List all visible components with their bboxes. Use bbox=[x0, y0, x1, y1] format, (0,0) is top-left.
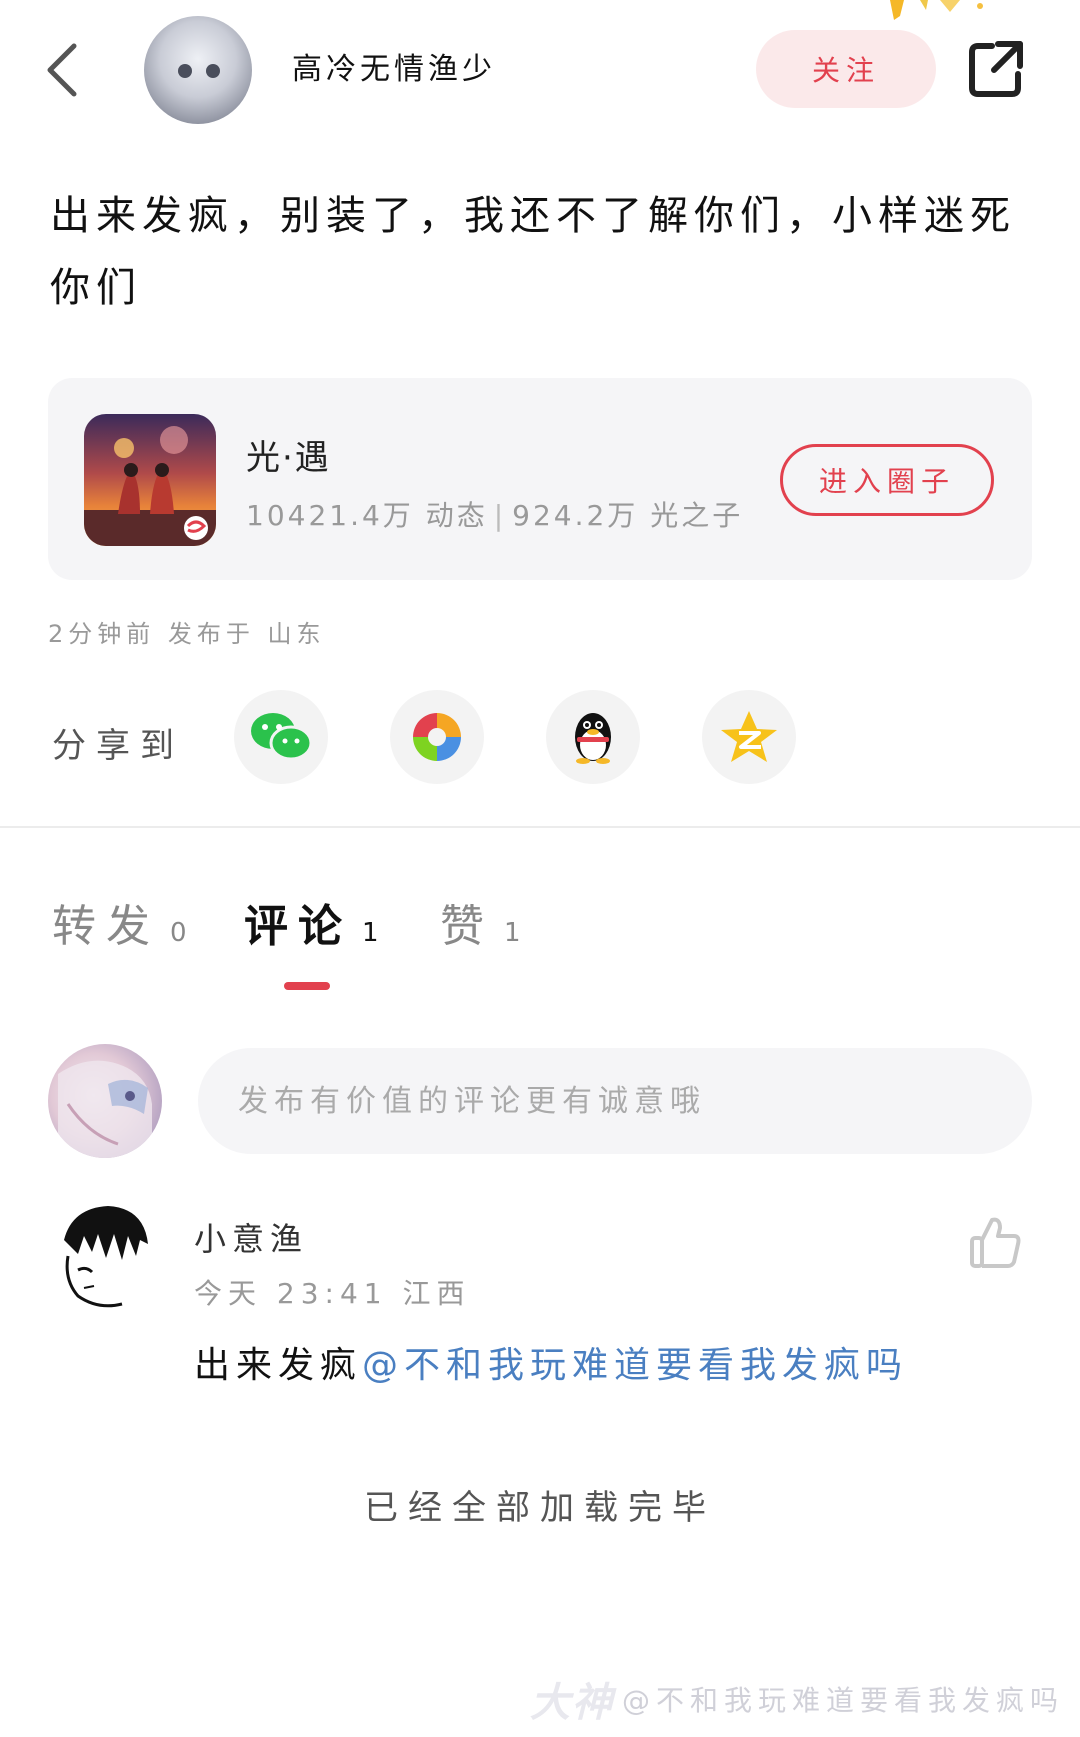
comment-text: 出来发疯@不和我玩难道要看我发疯吗 bbox=[194, 1336, 908, 1388]
watermark-text: @不和我玩难道要看我发疯吗 bbox=[622, 1684, 1065, 1717]
comment-item: 小意渔 今天 23:41 江西 出来发疯@不和我玩难道要看我发疯吗 bbox=[0, 1200, 1080, 1400]
comment-time: 今天 23:41 江西 bbox=[194, 1277, 471, 1310]
tab-likes-count: 1 bbox=[504, 918, 521, 948]
commenter-avatar[interactable] bbox=[48, 1200, 162, 1314]
circle-name: 光·遇 bbox=[246, 438, 331, 478]
tab-comments-label: 评论 bbox=[244, 901, 352, 952]
enter-circle-button[interactable]: 进入圈子 bbox=[780, 444, 994, 516]
share-external-icon[interactable] bbox=[968, 38, 1024, 98]
end-of-list-text: 已经全部加载完毕 bbox=[364, 1488, 716, 1528]
stats-separator: | bbox=[493, 499, 507, 532]
circle-post-count: 10421.4万 动态 bbox=[246, 499, 488, 532]
comment-body: 出来发疯 bbox=[194, 1345, 363, 1386]
my-avatar[interactable] bbox=[48, 1044, 162, 1158]
author-username[interactable]: 高冷无情渔少 bbox=[292, 44, 496, 88]
interaction-tabs: 转发 0 评论 1 赞 1 bbox=[0, 890, 1080, 1000]
tab-reposts[interactable]: 转发 0 bbox=[52, 890, 187, 954]
active-tab-indicator bbox=[284, 982, 330, 990]
qzone-icon[interactable] bbox=[702, 690, 796, 784]
comment-composer bbox=[0, 1044, 1080, 1164]
watermark-logo: 大神 bbox=[530, 1680, 614, 1726]
tab-reposts-label: 转发 bbox=[52, 901, 160, 952]
circle-member-count: 924.2万 光之子 bbox=[512, 499, 744, 532]
share-row: 分享到 bbox=[0, 688, 1080, 788]
qq-icon[interactable] bbox=[546, 690, 640, 784]
tab-likes[interactable]: 赞 1 bbox=[440, 890, 521, 954]
watermark: 大神 @不和我玩难道要看我发疯吗 bbox=[530, 1670, 1064, 1728]
tab-reposts-count: 0 bbox=[170, 918, 187, 948]
post-meta: 2分钟前 发布于 山东 bbox=[48, 620, 326, 648]
moments-icon[interactable] bbox=[390, 690, 484, 784]
circle-card[interactable]: 光·遇 10421.4万 动态 | 924.2万 光之子 进入圈子 bbox=[48, 378, 1032, 580]
tab-comments-count: 1 bbox=[362, 918, 379, 948]
commenter-name[interactable]: 小意渔 bbox=[194, 1214, 308, 1260]
follow-button[interactable]: 关注 bbox=[756, 30, 936, 108]
circle-app-icon bbox=[84, 414, 216, 546]
wechat-icon[interactable] bbox=[234, 690, 328, 784]
top-bar: 高冷无情渔少 关注 bbox=[0, 0, 1080, 140]
comment-input[interactable] bbox=[198, 1048, 1032, 1154]
section-divider bbox=[0, 826, 1080, 828]
back-icon[interactable] bbox=[40, 40, 90, 100]
tab-comments[interactable]: 评论 1 bbox=[244, 890, 379, 954]
comment-mention-link[interactable]: @不和我玩难道要看我发疯吗 bbox=[362, 1345, 908, 1386]
post-content: 出来发疯，别装了，我还不了解你们，小样迷死你们 bbox=[50, 193, 1016, 311]
author-avatar[interactable] bbox=[144, 16, 252, 124]
sparkle-decoration bbox=[870, 0, 1010, 26]
share-label: 分享到 bbox=[52, 726, 184, 766]
thumbs-up-icon[interactable] bbox=[968, 1214, 1024, 1270]
circle-stats: 10421.4万 动态 | 924.2万 光之子 bbox=[246, 494, 743, 534]
tab-likes-label: 赞 bbox=[440, 901, 494, 952]
